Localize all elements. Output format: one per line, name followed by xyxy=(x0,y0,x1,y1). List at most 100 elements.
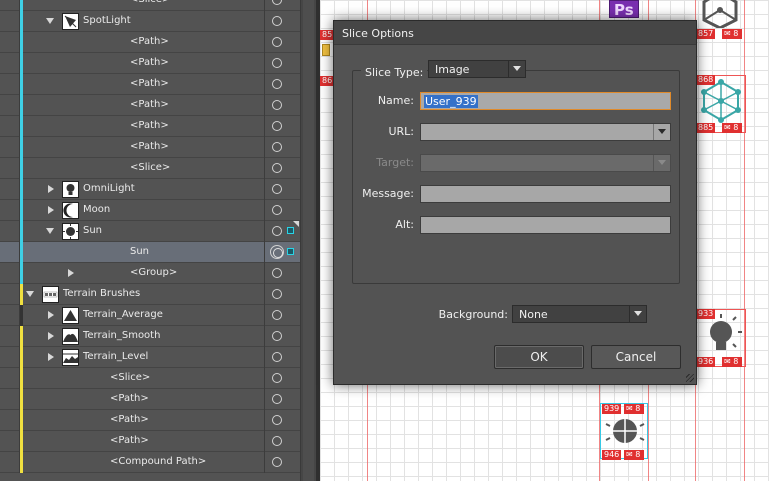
chevron-right-icon[interactable] xyxy=(68,269,74,277)
target-circle-icon[interactable] xyxy=(270,245,284,259)
layer-row[interactable]: Sun xyxy=(0,221,300,242)
layer-row[interactable]: <Path> xyxy=(0,137,300,158)
chevron-right-icon[interactable] xyxy=(48,185,54,193)
layer-row[interactable]: <Compound Path> xyxy=(0,452,300,473)
visibility-toggle[interactable] xyxy=(0,53,23,74)
name-field[interactable]: User_939 xyxy=(420,92,671,110)
photoshop-icon[interactable]: Ps xyxy=(609,0,639,19)
layer-row[interactable]: <Path> xyxy=(0,389,300,410)
layer-row[interactable]: Moon xyxy=(0,200,300,221)
layer-row[interactable]: Sun xyxy=(0,242,300,263)
layer-row[interactable]: SpotLight xyxy=(0,11,300,32)
visibility-toggle[interactable] xyxy=(0,179,23,200)
visibility-toggle[interactable] xyxy=(0,410,23,431)
visibility-toggle[interactable] xyxy=(0,263,23,284)
layer-row[interactable]: <Path> xyxy=(0,116,300,137)
visibility-toggle[interactable] xyxy=(0,158,23,179)
target-circle-icon[interactable] xyxy=(272,436,282,446)
target-circle-icon[interactable] xyxy=(272,100,282,110)
target-circle-icon[interactable] xyxy=(272,121,282,131)
layer-row[interactable]: <Slice> xyxy=(0,0,300,11)
chevron-down-icon[interactable] xyxy=(653,124,670,140)
visibility-toggle[interactable] xyxy=(0,0,23,11)
molecule-icon[interactable] xyxy=(696,78,746,124)
layer-row[interactable]: <Path> xyxy=(0,431,300,452)
background-select[interactable]: None xyxy=(512,305,647,323)
visibility-toggle[interactable] xyxy=(0,221,23,242)
chevron-down-icon[interactable] xyxy=(508,61,525,77)
visibility-toggle[interactable] xyxy=(0,11,23,32)
target-circle-icon[interactable] xyxy=(272,415,282,425)
message-field[interactable] xyxy=(420,185,671,203)
ok-button[interactable]: OK xyxy=(494,345,584,369)
visibility-toggle[interactable] xyxy=(0,200,23,221)
target-circle-icon[interactable] xyxy=(272,0,282,5)
chevron-right-icon[interactable] xyxy=(48,332,54,340)
visibility-toggle[interactable] xyxy=(0,305,23,326)
layer-row[interactable]: <Slice> xyxy=(0,368,300,389)
target-circle-icon[interactable] xyxy=(272,373,282,383)
url-field[interactable] xyxy=(420,123,671,141)
layer-row[interactable]: <Path> xyxy=(0,95,300,116)
visibility-toggle[interactable] xyxy=(0,95,23,116)
layer-row[interactable]: <Group> xyxy=(0,263,300,284)
network-icon[interactable] xyxy=(694,0,746,28)
visibility-toggle[interactable] xyxy=(0,347,23,368)
layer-row[interactable]: OmniLight xyxy=(0,179,300,200)
visibility-toggle[interactable] xyxy=(0,389,23,410)
bulb-icon[interactable] xyxy=(698,314,744,358)
alt-field[interactable] xyxy=(420,216,671,234)
target-circle-icon[interactable] xyxy=(272,394,282,404)
target-circle-icon[interactable] xyxy=(272,16,282,26)
selection-indicator-icon[interactable] xyxy=(287,248,294,255)
visibility-toggle[interactable] xyxy=(0,32,23,53)
target-circle-icon[interactable] xyxy=(272,205,282,215)
visibility-toggle[interactable] xyxy=(0,368,23,389)
layer-row[interactable]: <Path> xyxy=(0,32,300,53)
visibility-toggle[interactable] xyxy=(0,116,23,137)
chevron-right-icon[interactable] xyxy=(48,311,54,319)
visibility-toggle[interactable] xyxy=(0,326,23,347)
layer-row[interactable]: <Path> xyxy=(0,53,300,74)
target-circle-icon[interactable] xyxy=(272,268,282,278)
visibility-toggle[interactable] xyxy=(0,137,23,158)
visibility-toggle[interactable] xyxy=(0,74,23,95)
chevron-right-icon[interactable] xyxy=(48,353,54,361)
selection-indicator-icon[interactable] xyxy=(287,227,294,234)
layer-row[interactable]: <Path> xyxy=(0,74,300,95)
layer-row[interactable]: <Slice> xyxy=(0,158,300,179)
visibility-toggle[interactable] xyxy=(0,452,23,473)
layer-row[interactable]: Terrain_Smooth xyxy=(0,326,300,347)
target-circle-icon[interactable] xyxy=(272,289,282,299)
layer-row[interactable]: Terrain_Average xyxy=(0,305,300,326)
layers-scrollbar[interactable] xyxy=(300,0,316,481)
visibility-toggle[interactable] xyxy=(0,284,23,305)
target-circle-icon[interactable] xyxy=(272,457,282,467)
target-circle-icon[interactable] xyxy=(272,142,282,152)
target-circle-icon[interactable] xyxy=(272,184,282,194)
target-circle-icon[interactable] xyxy=(272,331,282,341)
chevron-down-icon[interactable] xyxy=(46,18,54,24)
chevron-down-icon[interactable] xyxy=(26,291,34,297)
target-circle-icon[interactable] xyxy=(272,79,282,89)
dialog-titlebar[interactable]: Slice Options xyxy=(334,21,696,45)
target-circle-icon[interactable] xyxy=(272,226,282,236)
sun-icon[interactable] xyxy=(602,412,648,450)
layer-row[interactable]: Terrain_Level xyxy=(0,347,300,368)
chevron-right-icon[interactable] xyxy=(48,206,54,214)
visibility-toggle[interactable] xyxy=(0,431,23,452)
scrollbar-thumb[interactable] xyxy=(303,0,314,481)
chevron-down-icon[interactable] xyxy=(629,306,646,322)
resize-grip-icon[interactable] xyxy=(686,374,694,382)
cancel-button[interactable]: Cancel xyxy=(591,345,681,369)
chevron-down-icon[interactable] xyxy=(46,228,54,234)
layer-row[interactable]: Terrain Brushes xyxy=(0,284,300,305)
slice-type-select[interactable]: Image xyxy=(428,60,526,78)
target-circle-icon[interactable] xyxy=(272,58,282,68)
moon-icon[interactable] xyxy=(704,410,734,444)
visibility-toggle[interactable] xyxy=(0,242,23,263)
target-circle-icon[interactable] xyxy=(272,310,282,320)
layer-row[interactable]: <Path> xyxy=(0,410,300,431)
target-circle-icon[interactable] xyxy=(272,352,282,362)
target-circle-icon[interactable] xyxy=(272,37,282,47)
